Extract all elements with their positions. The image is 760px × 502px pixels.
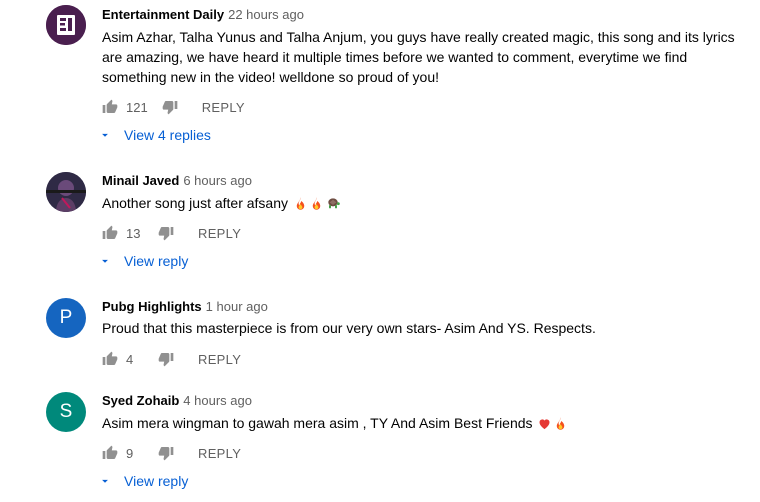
comment-actions: 4 REPLY [102,349,241,369]
thumb-up-icon [102,225,118,241]
reply-button[interactable]: REPLY [198,352,241,367]
comment-text: Asim Azhar, Talha Yunus and Talha Anjum,… [102,29,735,85]
reply-button[interactable]: REPLY [198,226,241,241]
comment-text: Asim mera wingman to gawah mera asim , T… [102,413,742,433]
comment-actions: 9 REPLY [102,443,241,463]
like-button[interactable] [102,225,118,241]
comment-timestamp[interactable]: 4 hours ago [183,393,252,408]
like-button[interactable] [102,351,118,367]
comment-text-body: Asim mera wingman to gawah mera asim , T… [102,415,533,431]
avatar-initial: P [59,307,73,328]
chevron-down-icon [98,128,112,142]
thumb-down-icon [158,225,174,241]
thumb-down-icon [158,351,174,367]
comment-actions: 13 REPLY [102,223,241,243]
comment-header: Pubg Highlights 1 hour ago [102,298,268,316]
comment-author[interactable]: Pubg Highlights [102,299,202,314]
reply-button[interactable]: REPLY [202,100,245,115]
comment-timestamp[interactable]: 22 hours ago [228,7,304,22]
comment-header: Minail Javed 6 hours ago [102,172,252,190]
view-replies-label: View reply [124,253,189,269]
avatar[interactable] [46,172,86,212]
like-count: 121 [126,99,148,115]
comment-text-body: Another song just after afsany [102,195,288,211]
view-replies-label: View reply [124,473,189,489]
thumb-down-icon [158,445,174,461]
view-replies-label: View 4 replies [124,127,211,143]
comment-header: Syed Zohaib 4 hours ago [102,392,252,410]
avatar[interactable]: P [46,298,86,338]
avatar[interactable]: S [46,392,86,432]
like-button[interactable] [102,99,118,115]
comment-text: Another song just after afsany [102,193,742,213]
dislike-button[interactable] [162,99,178,115]
reply-button[interactable]: REPLY [198,446,241,461]
like-count: 4 [126,351,134,367]
fire-emoji-icon [293,196,308,211]
comment-actions: 121 REPLY [102,97,245,117]
user-avatar-image [46,172,86,212]
comment-timestamp[interactable]: 6 hours ago [183,173,252,188]
dislike-button[interactable] [158,351,174,367]
fire-emoji-icon [309,196,324,211]
avatar-initial: S [59,401,73,422]
chevron-down-icon [98,254,112,268]
view-replies-button[interactable]: View reply [98,471,188,491]
comment-author[interactable]: Syed Zohaib [102,393,179,408]
heart-emoji-icon [537,416,552,431]
turtle-emoji-icon [325,195,341,211]
chevron-down-icon [98,474,112,488]
like-count: 9 [126,445,134,461]
thumb-up-icon [102,351,118,367]
like-count: 13 [126,225,141,241]
comment-author[interactable]: Entertainment Daily [102,7,224,22]
avatar[interactable] [46,5,86,45]
comment-header: Entertainment Daily 22 hours ago [102,6,304,24]
dislike-button[interactable] [158,445,174,461]
thumb-up-icon [102,445,118,461]
thumb-down-icon [162,99,178,115]
comment-author[interactable]: Minail Javed [102,173,179,188]
view-replies-button[interactable]: View reply [98,251,188,271]
comment-text: Proud that this masterpiece is from our … [102,320,596,336]
view-replies-button[interactable]: View 4 replies [98,125,211,145]
like-button[interactable] [102,445,118,461]
thumb-up-icon [102,99,118,115]
fire-emoji-icon [553,416,568,431]
dislike-button[interactable] [158,225,174,241]
entertainment-daily-logo-icon [46,5,86,45]
comment-timestamp[interactable]: 1 hour ago [206,299,268,314]
